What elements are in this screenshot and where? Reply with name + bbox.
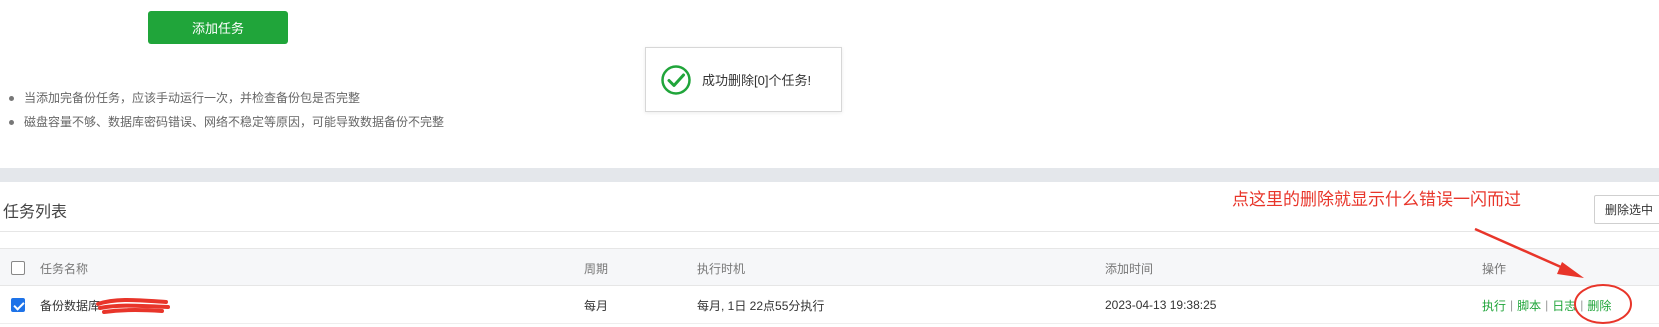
task-added-time: 2023-04-13 19:38:25 — [1105, 298, 1217, 312]
separator: | — [1545, 298, 1549, 312]
check-circle-icon — [661, 64, 691, 95]
delete-link[interactable]: 删除 — [1587, 297, 1611, 314]
header-exec-time: 执行时机 — [697, 261, 746, 276]
annotation-text: 点这里的删除就显示什么错误一闪而过 — [1232, 190, 1521, 210]
log-link[interactable]: 日志 — [1552, 297, 1576, 314]
add-task-button[interactable]: 添加任务 — [148, 11, 288, 44]
section-divider — [0, 168, 1659, 182]
redaction-scribble — [96, 298, 170, 314]
tip-item: 当添加完备份任务，应该手动运行一次，并检查备份包是否完整 — [8, 88, 444, 112]
toast-message: 成功删除[0]个任务! — [702, 73, 812, 88]
select-all-checkbox[interactable] — [11, 261, 25, 275]
row-checkbox[interactable] — [11, 298, 25, 312]
task-actions: 执行 | 脚本 | 日志 | 删除 — [1482, 286, 1611, 324]
run-link[interactable]: 执行 — [1482, 297, 1506, 314]
task-table: 任务名称 周期 执行时机 添加时间 操作 备份数据库 每月 每月, 1日 22点… — [0, 248, 1659, 324]
table-header: 任务名称 周期 执行时机 添加时间 操作 — [0, 248, 1659, 286]
tip-item: 磁盘容量不够、数据库密码错误、网络不稳定等原因，可能导致数据备份不完整 — [8, 112, 444, 136]
success-toast: 成功删除[0]个任务! — [645, 47, 842, 112]
table-row: 备份数据库 每月 每月, 1日 22点55分执行 2023-04-13 19:3… — [0, 286, 1659, 324]
header-added-time: 添加时间 — [1105, 261, 1154, 276]
task-exec-time: 每月, 1日 22点55分执行 — [697, 298, 825, 313]
header-cycle: 周期 — [584, 261, 609, 276]
delete-selected-button[interactable]: 删除选中 — [1594, 195, 1659, 224]
title-divider — [0, 231, 1659, 232]
script-link[interactable]: 脚本 — [1517, 297, 1541, 314]
header-name: 任务名称 — [40, 261, 89, 276]
tips-list: 当添加完备份任务，应该手动运行一次，并检查备份包是否完整 磁盘容量不够、数据库密… — [8, 88, 444, 136]
separator: | — [1580, 298, 1584, 312]
panel-title: 任务列表 — [3, 204, 68, 221]
task-cycle: 每月 — [584, 298, 609, 313]
header-actions: 操作 — [1482, 261, 1507, 276]
task-name: 备份数据库 — [40, 298, 101, 313]
separator: | — [1510, 298, 1514, 312]
